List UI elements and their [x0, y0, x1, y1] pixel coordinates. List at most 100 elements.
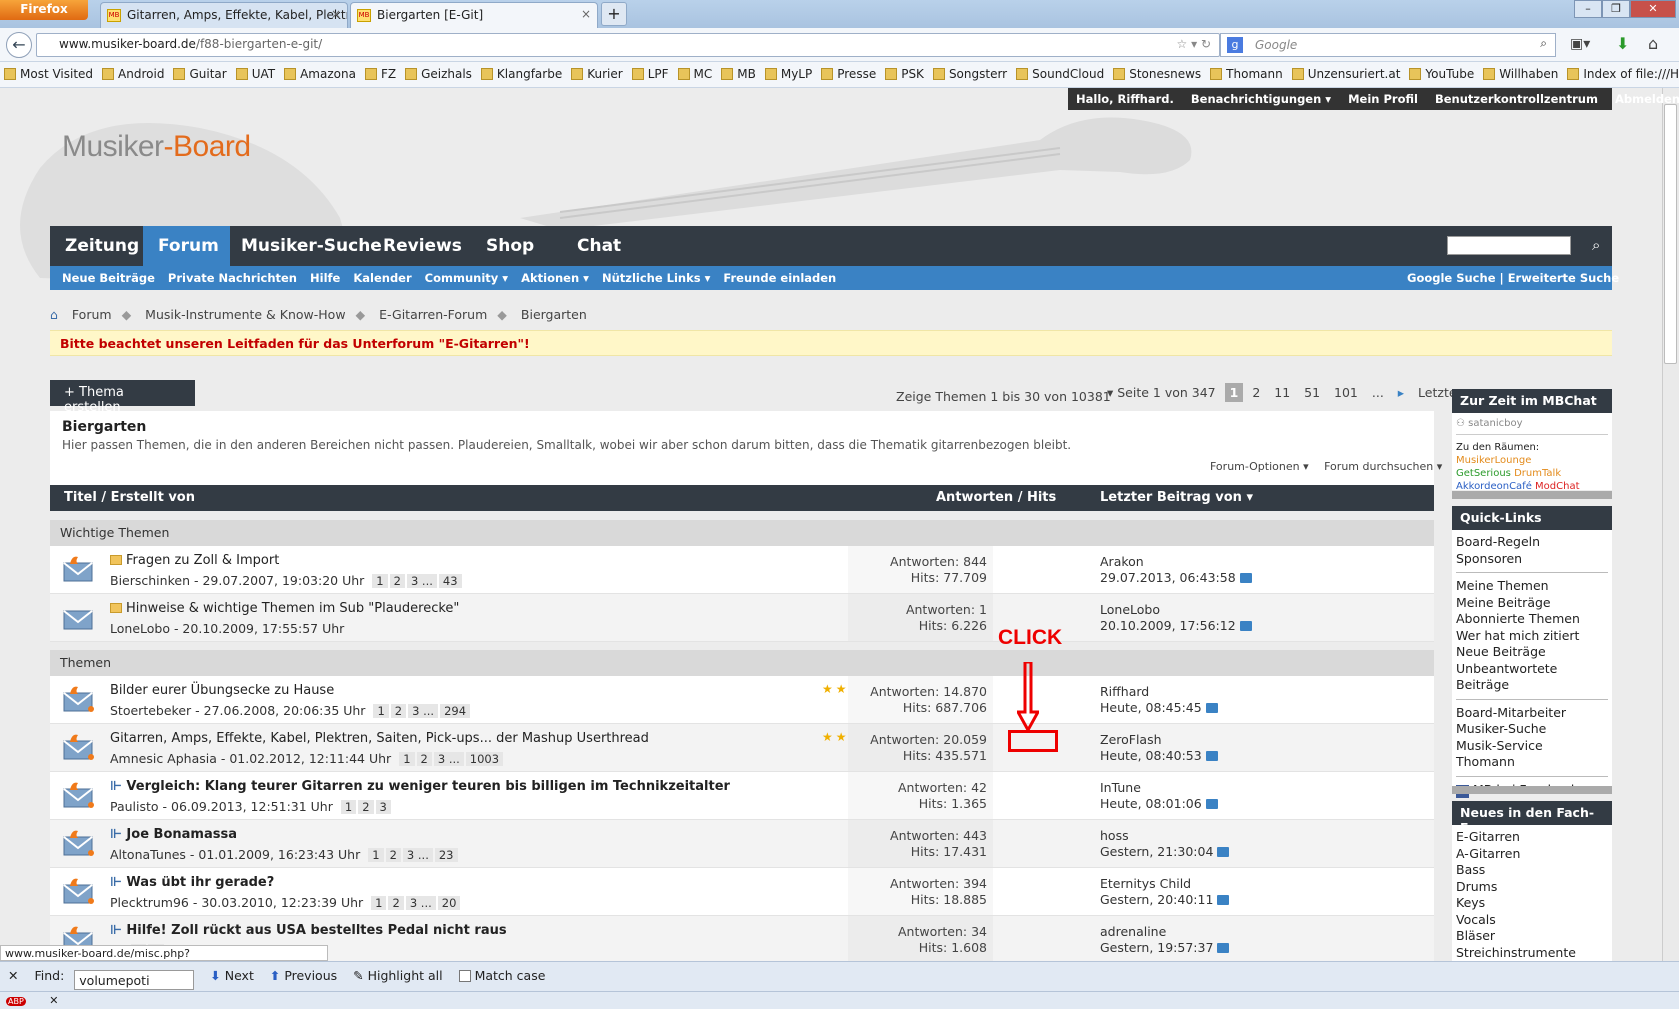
go-to-last-post-icon[interactable] — [1239, 621, 1252, 631]
breadcrumb-forum[interactable]: Forum — [72, 307, 112, 322]
search-icon[interactable]: ⌕ — [1540, 36, 1547, 51]
find-previous-button[interactable]: ⬆ Previous — [270, 968, 337, 983]
quick-musik-service[interactable]: Musik-Service — [1456, 738, 1608, 755]
replies-count[interactable]: 20.059 — [943, 732, 987, 747]
bookmark-item[interactable]: Presse — [821, 67, 876, 81]
news-forum-link[interactable]: Drums — [1456, 879, 1608, 896]
url-bar[interactable]: www.musiker-board.de/f88-biergarten-e-gi… — [36, 33, 1220, 57]
col-title[interactable]: Titel / Erstellt von — [64, 490, 195, 505]
quick-abonnierte[interactable]: Abonnierte Themen — [1456, 611, 1608, 628]
bookmark-item[interactable]: Kurier — [571, 67, 623, 81]
maximize-button[interactable]: ❐ — [1602, 0, 1630, 18]
thread-page-link[interactable]: 1003 — [465, 752, 504, 766]
nav-chat[interactable]: Chat — [562, 226, 636, 266]
thread-row[interactable]: ⊩ Vergleich: Klang teurer Gitarren zu we… — [50, 772, 1434, 820]
thread-page-link[interactable]: 1 — [372, 574, 388, 588]
quick-meine-beitraege[interactable]: Meine Beiträge — [1456, 595, 1608, 612]
bookmark-item[interactable]: Klangfarbe — [480, 67, 562, 81]
go-to-last-post-icon[interactable] — [1205, 703, 1218, 713]
page-11[interactable]: 11 — [1269, 383, 1295, 402]
thread-author[interactable]: Plecktrum96 - 30.03.2010, 12:23:39 Uhr 1 2… — [110, 895, 462, 910]
bookmark-item[interactable]: MB — [721, 67, 756, 81]
thread-page-link[interactable]: 1 — [399, 752, 415, 766]
replies-count[interactable]: Antworten: 394 — [848, 876, 987, 892]
home-icon[interactable]: ⌂ — [1648, 34, 1658, 53]
thread-row[interactable]: ⊩ Joe Bonamassa AltonaTunes - 01.01.2009,… — [50, 820, 1434, 868]
thread-row[interactable]: Gitarren, Amps, Effekte, Kabel, Plektren… — [50, 724, 1434, 772]
pagination-label[interactable]: ▾ Seite 1 von 347 — [1102, 383, 1221, 402]
thread-page-link[interactable]: 3 ... — [406, 574, 437, 588]
subnav-invite-friends[interactable]: Freunde einladen — [723, 271, 836, 285]
quick-thomann[interactable]: Thomann — [1456, 754, 1608, 771]
thread-page-link[interactable]: 3 ... — [405, 896, 436, 910]
thread-row[interactable]: Bilder eurer Übungsecke zu Hause Stoerteb… — [50, 676, 1434, 724]
user-cp-link[interactable]: Benutzerkontrollzentrum — [1435, 92, 1598, 106]
forum-options-button[interactable]: Forum-Optionen ▾ — [1210, 460, 1309, 473]
nav-zeitung[interactable]: Zeitung — [50, 226, 154, 266]
thread-page-link[interactable]: 43 — [438, 574, 462, 588]
bookmark-item[interactable]: MC — [677, 67, 712, 81]
nav-reviews[interactable]: Reviews — [368, 226, 477, 266]
thread-row[interactable]: Fragen zu Zoll & Import Bierschinken - 29… — [50, 546, 1434, 594]
last-post-user[interactable]: adrenaline — [1100, 924, 1229, 940]
minimize-button[interactable]: – — [1574, 0, 1602, 18]
thread-page-link[interactable]: 3 ... — [408, 704, 439, 718]
quick-meine-themen[interactable]: Meine Themen — [1456, 578, 1608, 595]
bookmark-item[interactable]: Stonesnews — [1113, 67, 1201, 81]
thread-page-link[interactable]: 1 — [340, 800, 357, 814]
breadcrumb-egitarren[interactable]: E-Gitarren-Forum — [379, 307, 487, 322]
notifications-link[interactable]: Benachrichtigungen ▾ — [1191, 92, 1331, 106]
replies-count[interactable]: Antworten: 34 — [848, 924, 987, 940]
tab-biergarten[interactable]: MB Biergarten [E-Git] × — [350, 2, 598, 28]
thread-author[interactable]: Stoertebeker - 27.06.2008, 20:06:35 Uhr 1… — [110, 703, 472, 718]
news-forum-link[interactable]: Keys — [1456, 895, 1608, 912]
close-icon[interactable]: × — [331, 7, 341, 21]
news-forum-link[interactable]: A-Gitarren — [1456, 846, 1608, 863]
go-to-last-post-icon[interactable] — [1239, 573, 1252, 583]
close-icon[interactable]: × — [581, 7, 591, 21]
thread-title[interactable]: ⊩ Hilfe! Zoll rückt aus USA bestelltes P… — [110, 923, 507, 938]
close-icon[interactable]: ✕ — [49, 994, 58, 1007]
replies-count[interactable]: Antworten: 42 — [848, 780, 987, 796]
replies-count[interactable]: Antworten: 14.870 — [848, 684, 987, 700]
site-logo[interactable]: Musiker-Board — [62, 130, 251, 164]
bookmark-item[interactable]: Index of file:///H:/gitar... — [1567, 67, 1679, 81]
quick-unbeantwortet[interactable]: Unbeantwortete Beiträge — [1456, 661, 1608, 694]
page-101[interactable]: 101 — [1329, 383, 1363, 402]
thread-row[interactable]: ⊩ Was übt ihr gerade? Plecktrum96 - 30.03… — [50, 868, 1434, 916]
thread-author[interactable]: AltonaTunes - 01.01.2009, 16:23:43 Uhr 1 2… — [110, 847, 460, 862]
home-icon[interactable]: ⌂ — [50, 307, 58, 322]
scrollbar-thumb[interactable] — [1664, 104, 1677, 364]
go-to-last-post-icon[interactable] — [1205, 799, 1218, 809]
quick-musiker-suche[interactable]: Musiker-Suche — [1456, 721, 1608, 738]
last-post-user[interactable]: InTune — [1100, 780, 1218, 796]
bookmark-item[interactable]: UAT — [235, 67, 275, 81]
thread-author[interactable]: LoneLobo - 20.10.2009, 17:55:57 Uhr — [110, 621, 352, 636]
room-getserious[interactable]: GetSerious — [1456, 468, 1511, 479]
forum-notice[interactable]: Bitte beachtet unseren Leitfaden für das… — [50, 330, 1612, 356]
bookmark-item[interactable]: PSK — [885, 67, 924, 81]
last-post-user[interactable]: Arakon — [1100, 554, 1252, 570]
back-button[interactable]: ← — [6, 32, 32, 58]
news-forum-link[interactable]: Bläser — [1456, 928, 1608, 945]
thread-page-link[interactable]: 2 — [390, 704, 407, 718]
match-case-checkbox[interactable]: Match case — [458, 968, 545, 983]
last-post-user[interactable]: Eternitys Child — [1100, 876, 1229, 892]
last-post-user[interactable]: Riffhard — [1100, 684, 1218, 700]
my-profile-link[interactable]: Mein Profil — [1348, 92, 1418, 106]
bookmark-item[interactable]: Amazona — [284, 67, 356, 81]
thread-page-link[interactable]: 2 — [385, 848, 401, 862]
quick-neue-beitraege[interactable]: Neue Beiträge — [1456, 644, 1608, 661]
subnav-private-messages[interactable]: Private Nachrichten — [168, 271, 297, 285]
quick-sponsoren[interactable]: Sponsoren — [1456, 551, 1608, 568]
thread-row[interactable]: Hinweise & wichtige Themen im Sub "Plaud… — [50, 594, 1434, 642]
thread-page-link[interactable]: 2 — [358, 800, 374, 814]
thread-title[interactable]: Bilder eurer Übungsecke zu Hause — [110, 683, 334, 698]
bookmark-item[interactable]: Guitar — [173, 67, 227, 81]
thread-title[interactable]: Gitarren, Amps, Effekte, Kabel, Plektren… — [110, 731, 649, 746]
next-page-icon[interactable]: ▸ — [1393, 383, 1409, 402]
bookmarks-icon[interactable]: ▣▾ — [1570, 36, 1590, 52]
search-bar[interactable]: g Google ⌕ — [1220, 33, 1556, 57]
thread-page-link[interactable]: 2 — [389, 574, 405, 588]
subnav-new-posts[interactable]: Neue Beiträge — [62, 271, 155, 285]
